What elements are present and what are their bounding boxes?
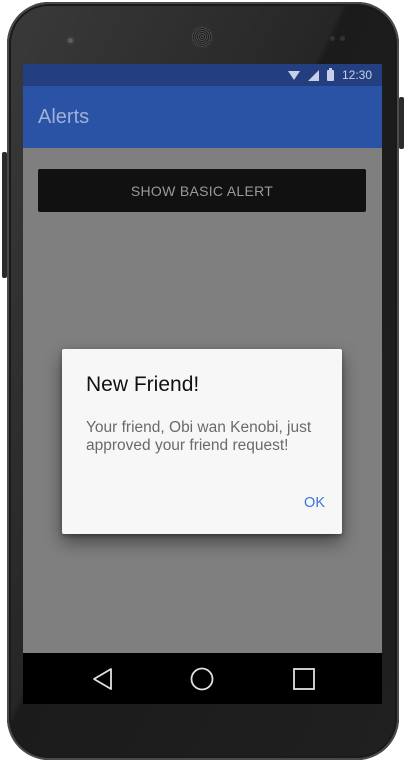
recents-icon[interactable] (292, 667, 316, 691)
back-icon[interactable] (91, 667, 115, 691)
signal-icon (307, 69, 319, 81)
alert-dialog: New Friend! Your friend, Obi wan Kenobi,… (62, 349, 342, 534)
app-bar: Alerts (23, 86, 382, 148)
show-basic-alert-button[interactable]: SHOW BASIC ALERT (38, 169, 366, 212)
volume-button (2, 152, 7, 278)
front-camera-icon (66, 36, 75, 45)
page-title: Alerts (38, 106, 90, 128)
main-content: SHOW BASIC ALERT New Friend! Your friend… (23, 148, 382, 653)
battery-icon (326, 67, 334, 81)
dialog-title: New Friend! (86, 373, 200, 396)
status-icons: 12:30 (287, 67, 372, 82)
screen: 12:30 Alerts SHOW BASIC ALERT New Friend… (23, 64, 382, 704)
light-sensor-icon (340, 36, 345, 41)
home-icon[interactable] (190, 667, 214, 691)
wifi-icon (287, 70, 300, 80)
ok-button[interactable]: OK (304, 495, 325, 511)
navigation-bar (23, 653, 382, 704)
power-button (399, 97, 404, 149)
proximity-sensor-icon (330, 36, 335, 41)
dialog-message: Your friend, Obi wan Kenobi, just approv… (86, 419, 312, 454)
earpiece-speaker-icon (192, 27, 212, 47)
status-time: 12:30 (341, 68, 372, 82)
status-bar: 12:30 (23, 64, 382, 86)
